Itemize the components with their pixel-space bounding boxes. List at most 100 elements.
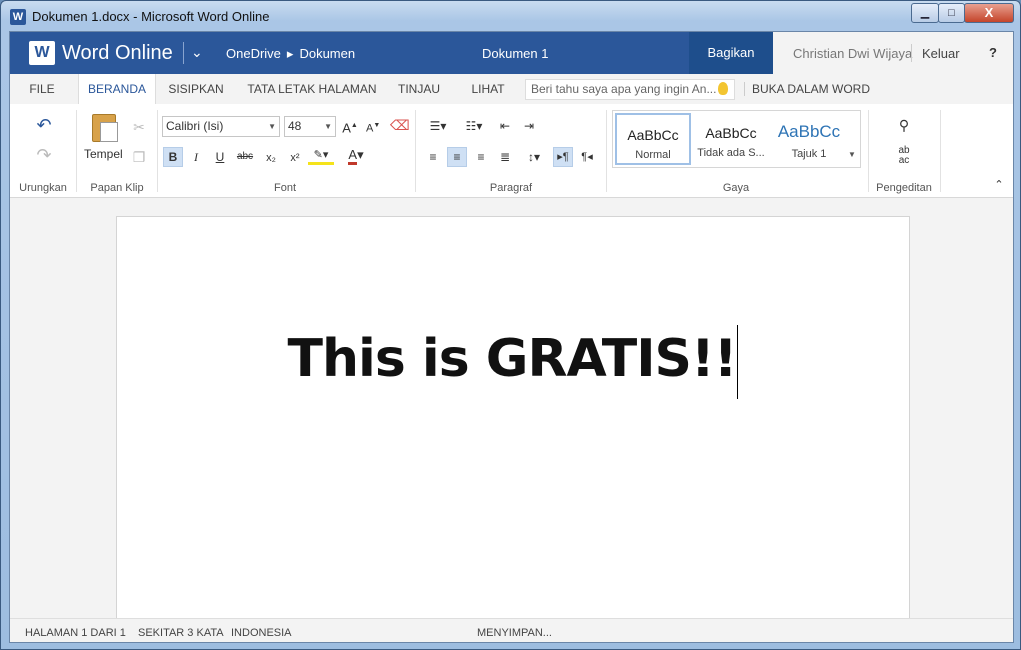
redo-icon[interactable]: ↷	[34, 146, 54, 164]
replace-icon[interactable]: ab ac	[894, 146, 914, 166]
help-button[interactable]: ?	[989, 45, 997, 60]
breadcrumb-onedrive[interactable]: OneDrive	[226, 46, 281, 61]
group-divider	[940, 110, 941, 192]
document-title[interactable]: Dokumen 1	[482, 46, 548, 61]
app-header: W Word Online ⌄ OneDrive ▸ Dokumen Dokumen…	[10, 32, 1013, 74]
font-size-select[interactable]: 48 ▼	[284, 116, 336, 137]
word-logo-icon[interactable]: W	[29, 41, 55, 65]
cut-icon[interactable]: ✂	[130, 118, 148, 136]
user-name[interactable]: Christian Dwi Wijaya	[793, 46, 912, 61]
font-size-value: 48	[288, 119, 302, 133]
line-spacing-icon[interactable]: ↕▾	[520, 148, 548, 166]
group-divider	[157, 110, 158, 192]
strikethrough-button[interactable]: abc	[234, 148, 256, 166]
subscript-button[interactable]: x₂	[262, 149, 280, 167]
collapse-ribbon-icon[interactable]: ⌃	[992, 176, 1006, 194]
clear-formatting-icon[interactable]: ⌫	[390, 116, 410, 134]
paste-label[interactable]: Tempel	[84, 147, 123, 161]
tab-lihat[interactable]: LIHAT	[460, 74, 516, 104]
tab-file[interactable]: FILE	[20, 74, 64, 104]
text-caret	[737, 325, 739, 399]
status-bar: HALAMAN 1 DARI 1 SEKITAR 3 KATA INDONESI…	[10, 618, 1013, 642]
style-no-spacing[interactable]: AaBbCc Tidak ada S...	[693, 113, 769, 165]
style-name: Tajuk 1	[791, 148, 827, 160]
italic-button[interactable]: I	[188, 148, 204, 166]
language[interactable]: INDONESIA	[231, 627, 292, 639]
bold-button[interactable]: B	[163, 147, 183, 167]
tab-beranda[interactable]: BERANDA	[78, 74, 156, 104]
tell-me-input[interactable]: Beri tahu saya apa yang ingin An...	[525, 79, 735, 100]
save-status: MENYIMPAN...	[477, 627, 552, 639]
paste-icon[interactable]	[90, 112, 120, 142]
minimize-button[interactable]: ▁	[911, 3, 939, 23]
numbering-icon[interactable]: ☷▾	[460, 117, 488, 135]
word-count: SEKITAR 3 KATA	[138, 627, 224, 639]
find-icon[interactable]: ⚲	[894, 116, 914, 134]
open-in-word-button[interactable]: BUKA DALAM WORD	[750, 74, 872, 104]
document-page[interactable]: This is GRATIS!!	[116, 216, 910, 626]
page-count: HALAMAN 1 DARI 1	[25, 627, 126, 639]
align-left-icon[interactable]: ≡	[424, 148, 442, 166]
chevron-down-icon[interactable]: ⌄	[191, 44, 203, 61]
tab-sisipkan[interactable]: SISIPKAN	[162, 74, 230, 104]
undo-icon[interactable]: ↶	[34, 116, 54, 134]
app-name[interactable]: Word Online	[62, 42, 173, 65]
ribbon-tabs: FILE BERANDA SISIPKAN TATA LETAK HALAMAN…	[10, 74, 1013, 104]
font-color-button[interactable]: A▾	[344, 147, 368, 165]
browser-client: W Word Online ⌄ OneDrive ▸ Dokumen Dokumen…	[9, 31, 1014, 643]
font-color-glyph: A	[348, 147, 358, 165]
style-preview: AaBbCc	[627, 127, 679, 143]
divider	[911, 44, 912, 62]
group-label-undo: Urungkan	[19, 182, 67, 194]
styles-more-icon[interactable]: ▼	[848, 150, 856, 159]
account-area: Christian Dwi Wijaya Keluar ?	[773, 32, 1013, 74]
share-button[interactable]: Bagikan	[689, 32, 773, 74]
chevron-down-icon: ▼	[268, 122, 276, 131]
app-window: W Dokumen 1.docx - Microsoft Word Online…	[0, 0, 1021, 650]
copy-icon[interactable]: ❐	[130, 148, 148, 166]
shrink-font-icon[interactable]: A▼	[366, 117, 380, 138]
justify-icon[interactable]: ≣	[496, 148, 514, 166]
font-name-value: Calibri (Isi)	[166, 119, 224, 133]
align-right-icon[interactable]: ≡	[472, 148, 490, 166]
group-divider	[76, 110, 77, 192]
style-preview: AaBbCc	[705, 125, 757, 141]
divider	[183, 42, 184, 64]
group-label-editing: Pengeditan	[876, 182, 932, 194]
group-label-paragraph: Paragraf	[489, 182, 533, 194]
window-title: Dokumen 1.docx - Microsoft Word Online	[32, 9, 270, 24]
group-label-styles: Gaya	[722, 182, 750, 194]
style-preview: AaBbCc	[777, 122, 841, 141]
style-heading-1[interactable]: AaBbCc Tajuk 1	[771, 113, 847, 165]
breadcrumb-dokumen[interactable]: Dokumen	[299, 46, 355, 61]
ltr-icon[interactable]: ▸¶	[553, 147, 573, 167]
divider	[744, 82, 745, 96]
increase-indent-icon[interactable]: ⇥	[520, 117, 538, 135]
lightbulb-icon	[718, 82, 728, 95]
ribbon: ↶ ↷ Urungkan Tempel ✂ ❐ Papan Klip Calib…	[10, 104, 1013, 198]
tell-me-placeholder: Beri tahu saya apa yang ingin An...	[531, 82, 717, 96]
tab-tata-letak-halaman[interactable]: TATA LETAK HALAMAN	[242, 74, 382, 104]
rtl-icon[interactable]: ¶◂	[578, 148, 596, 166]
style-name: Normal	[635, 149, 671, 161]
group-label-font: Font	[273, 182, 296, 194]
underline-button[interactable]: U	[212, 148, 228, 166]
tab-tinjau[interactable]: TINJAU	[394, 74, 444, 104]
font-name-select[interactable]: Calibri (Isi) ▼	[162, 116, 280, 137]
close-button[interactable]: X	[964, 3, 1014, 23]
style-normal[interactable]: AaBbCc Normal	[615, 113, 691, 165]
maximize-button[interactable]: □	[938, 3, 965, 23]
bullets-icon[interactable]: ☰▾	[424, 117, 452, 135]
group-divider	[868, 110, 869, 192]
align-center-icon[interactable]: ≡	[447, 147, 467, 167]
group-label-clipboard: Papan Klip	[90, 182, 144, 194]
decrease-indent-icon[interactable]: ⇤	[496, 117, 514, 135]
logout-link[interactable]: Keluar	[922, 46, 960, 61]
chevron-right-icon: ▸	[286, 46, 294, 61]
superscript-button[interactable]: x²	[286, 149, 304, 167]
group-divider	[415, 110, 416, 192]
document-text[interactable]: This is GRATIS!!	[288, 329, 738, 389]
grow-font-icon[interactable]: A▲	[342, 117, 358, 137]
document-body[interactable]: This is GRATIS!!	[117, 325, 909, 399]
highlight-icon[interactable]: ✎▾	[308, 148, 334, 165]
